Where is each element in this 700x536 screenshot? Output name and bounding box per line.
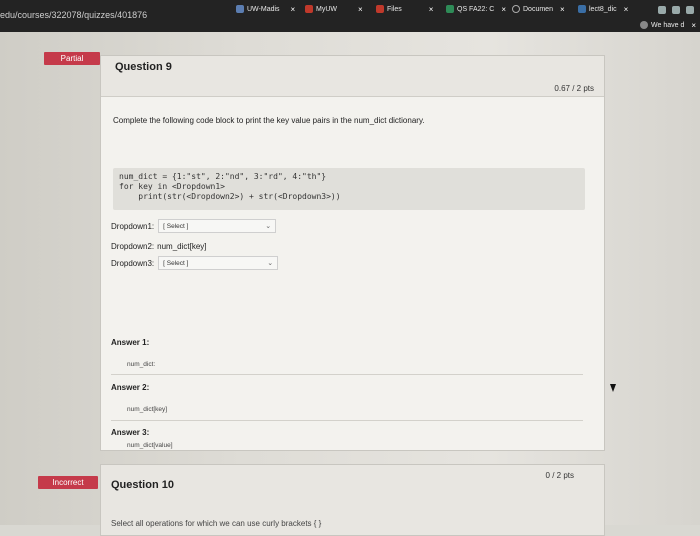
- close-tab-icon[interactable]: ×: [429, 5, 434, 14]
- answer-3-value: num_dict[value]: [127, 442, 173, 449]
- divider: [111, 374, 583, 375]
- tab-myuw[interactable]: MyUW ×: [305, 2, 363, 16]
- loading-icon: [512, 5, 520, 13]
- answer-1-label: Answer 1:: [111, 338, 150, 347]
- tab-document[interactable]: Documen ×: [512, 2, 565, 16]
- tab-uw-madison[interactable]: UW-Madis ×: [236, 2, 295, 16]
- close-tab-icon[interactable]: ×: [691, 21, 696, 30]
- dropdown1-value: [ Select ]: [163, 222, 189, 230]
- url-text[interactable]: edu/courses/322078/quizzes/401876: [0, 10, 147, 20]
- chevron-down-icon: ⌄: [265, 223, 272, 230]
- status-badge-partial: Partial: [44, 52, 100, 65]
- question-10-card: Question 10 0 / 2 pts Select all operati…: [100, 464, 605, 536]
- dropdown3-value: [ Select ]: [163, 259, 189, 267]
- answer-2-label: Answer 2:: [111, 383, 150, 392]
- dropdown3-select[interactable]: [ Select ] ⌄: [158, 256, 279, 270]
- dropdown1-label: Dropdown1:: [111, 221, 155, 231]
- dropdown1-row: Dropdown1: [ Select ] ⌄: [111, 219, 277, 233]
- question-prompt: Complete the following code block to pri…: [113, 116, 425, 125]
- qs-favicon-icon: [446, 5, 454, 13]
- system-tray: [658, 6, 694, 14]
- question-9-card: Question 9 0.67 / 2 pts Complete the fol…: [100, 55, 605, 451]
- code-block: num_dict = {1:"st", 2:"nd", 3:"rd", 4:"t…: [113, 168, 585, 210]
- answer-1-value: num_dict:: [127, 361, 156, 368]
- chrome-favicon-icon: [640, 21, 648, 29]
- tab-we-have[interactable]: We have d ×: [640, 18, 696, 32]
- myuw-favicon-icon: [305, 5, 313, 13]
- question-prompt: Select all operations for which we can u…: [111, 519, 322, 528]
- tab-qs-fa22[interactable]: QS FA22: C ×: [446, 2, 506, 16]
- dropdown1-select[interactable]: [ Select ] ⌄: [158, 219, 277, 233]
- answer-3-label: Answer 3:: [111, 428, 150, 437]
- code-line: print(str(<Dropdown2>) + str(<Dropdown3>…: [119, 192, 341, 201]
- answer-2-value: num_dict[key]: [127, 406, 168, 413]
- tray-icon[interactable]: [672, 6, 680, 14]
- status-badge-incorrect: Incorrect: [38, 476, 98, 489]
- divider: [111, 420, 583, 421]
- code-line: for key in <Dropdown1>: [119, 182, 225, 191]
- dropdown3-label: Dropdown3:: [111, 258, 155, 268]
- tab-label: We have d: [651, 21, 685, 29]
- close-tab-icon[interactable]: ×: [624, 5, 629, 14]
- tab-label: QS FA22: C: [457, 5, 495, 13]
- code-line: num_dict = {1:"st", 2:"nd", 3:"rd", 4:"t…: [119, 172, 327, 181]
- tab-lect8-dict[interactable]: lect8_dic ×: [578, 2, 628, 16]
- question-title: Question 10: [111, 479, 174, 491]
- question-title: Question 9: [115, 61, 172, 73]
- mouse-cursor-icon: [610, 384, 616, 392]
- tray-icon[interactable]: [686, 6, 694, 14]
- close-tab-icon[interactable]: ×: [358, 5, 363, 14]
- tray-icon[interactable]: [658, 6, 666, 14]
- dropdown2-value: num_dict[key]: [157, 242, 207, 251]
- question-points: 0.67 / 2 pts: [554, 84, 594, 93]
- tab-files[interactable]: Files ×: [376, 2, 433, 16]
- browser-toolbar: edu/courses/322078/quizzes/401876 UW-Mad…: [0, 0, 700, 32]
- dropdown3-row: Dropdown3: [ Select ] ⌄: [111, 256, 279, 270]
- tab-label: MyUW: [316, 5, 337, 13]
- dropdown2-label: Dropdown2:: [111, 242, 155, 251]
- dropdown2-row: Dropdown2: num_dict[key]: [111, 242, 207, 251]
- tab-label: UW-Madis: [247, 5, 280, 13]
- question-header: Question 9 0.67 / 2 pts: [101, 56, 604, 97]
- uw-favicon-icon: [236, 5, 244, 13]
- close-tab-icon[interactable]: ×: [501, 5, 506, 14]
- files-favicon-icon: [376, 5, 384, 13]
- tab-label: lect8_dic: [589, 5, 617, 13]
- question-points: 0 / 2 pts: [545, 471, 574, 480]
- tab-label: Documen: [523, 5, 553, 13]
- doc-favicon-icon: [578, 5, 586, 13]
- chevron-down-icon: ⌄: [267, 260, 274, 267]
- quiz-page: Partial Question 9 0.67 / 2 pts Complete…: [0, 32, 700, 536]
- close-tab-icon[interactable]: ×: [560, 5, 565, 14]
- close-tab-icon[interactable]: ×: [291, 5, 296, 14]
- tab-label: Files: [387, 5, 402, 13]
